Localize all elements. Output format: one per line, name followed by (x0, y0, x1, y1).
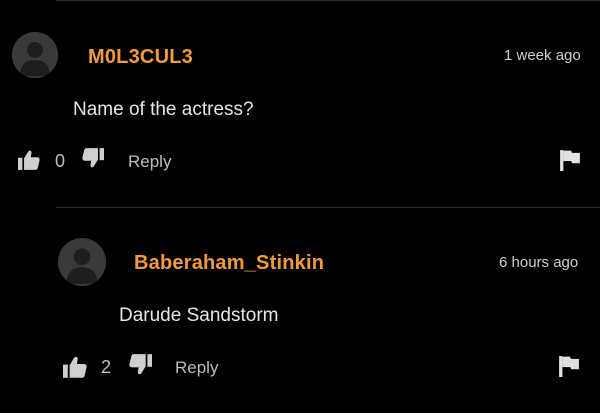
thumbs-down-icon[interactable] (82, 148, 104, 168)
flag-icon[interactable] (559, 149, 581, 171)
reply-divider (56, 207, 600, 208)
comment-timestamp: 1 week ago (504, 47, 581, 64)
reply-like-count: 2 (101, 357, 112, 377)
avatar-placeholder-icon[interactable] (12, 32, 58, 78)
thumbs-down-icon[interactable] (129, 354, 152, 375)
reply-text: Darude Sandstorm (119, 305, 279, 326)
thumbs-up-icon[interactable] (63, 356, 87, 378)
top-divider (56, 0, 600, 1)
flag-icon[interactable] (558, 355, 580, 377)
thumbs-up-icon[interactable] (18, 150, 40, 170)
comment-reply-button[interactable]: Reply (128, 152, 171, 172)
comment-username[interactable]: M0L3CUL3 (88, 46, 193, 69)
comment-like-count: 0 (55, 151, 66, 171)
comments-section: M0L3CUL3 1 week ago Name of the actress?… (0, 0, 600, 413)
reply-username[interactable]: Baberaham_Stinkin (134, 252, 324, 275)
reply-reply-button[interactable]: Reply (175, 358, 218, 378)
comment-text: Name of the actress? (73, 99, 254, 120)
avatar-placeholder-icon[interactable] (58, 238, 106, 286)
reply-timestamp: 6 hours ago (499, 254, 579, 271)
